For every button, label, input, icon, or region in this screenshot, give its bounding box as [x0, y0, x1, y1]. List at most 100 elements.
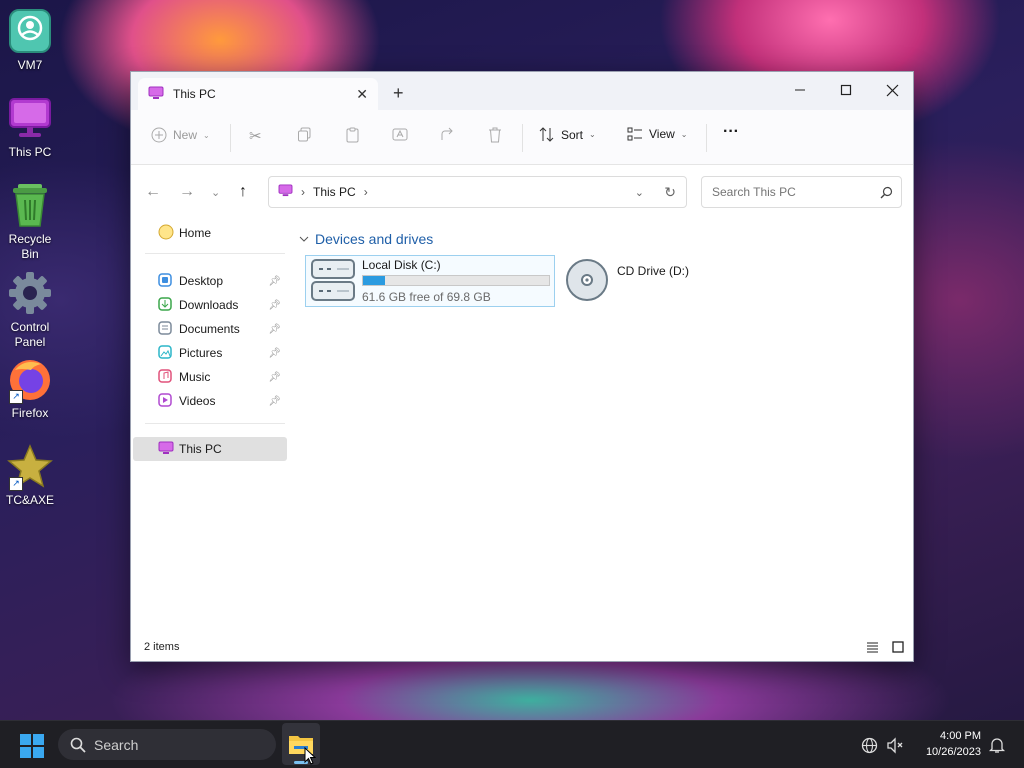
search-box[interactable] [701, 176, 902, 208]
shortcut-arrow-icon: ↗ [9, 477, 23, 491]
notifications-button[interactable] [988, 736, 1006, 757]
address-history-chevron-icon[interactable]: ⌄ [635, 186, 644, 199]
start-button[interactable] [20, 734, 44, 761]
pin-icon: 📌︎ [268, 371, 281, 383]
sidebar-item-label: This PC [179, 442, 222, 456]
new-tab-button[interactable]: + [393, 84, 404, 102]
hard-drive-icon [311, 258, 355, 305]
scissors-icon: ✂ [249, 128, 262, 145]
delete-button[interactable] [488, 127, 502, 143]
chevron-down-icon: ⌄ [680, 129, 688, 139]
chevron-down-icon: ⌄ [589, 130, 596, 139]
taskbar-search-label: Search [94, 736, 139, 753]
sort-button[interactable]: Sort ⌄ [539, 127, 596, 142]
drive-item-c[interactable]: Local Disk (C:) 61.6 GB free of 69.8 GB [305, 255, 555, 307]
sidebar-item-music[interactable]: Music 📌︎ [133, 365, 287, 389]
drive-details: Local Disk (C:) 61.6 GB free of 69.8 GB [362, 258, 550, 304]
tiles-view-button[interactable] [892, 641, 904, 656]
taskbar-search[interactable]: Search [58, 729, 276, 760]
desktop-icon-recycle-bin[interactable]: Recycle Bin [2, 182, 58, 262]
desktop-icon-firefox[interactable]: ↗ Firefox [2, 356, 58, 421]
pin-icon: 📌︎ [268, 347, 281, 359]
bell-icon [988, 738, 1006, 753]
volume-muted-icon[interactable] [886, 737, 904, 757]
gear-icon [7, 270, 53, 316]
item-count: 2 items [144, 641, 180, 653]
desktop-icon-vm7[interactable]: VM7 [2, 8, 58, 73]
home-icon [158, 224, 174, 243]
close-window-button[interactable] [869, 76, 915, 104]
sidebar-item-videos[interactable]: Videos 📌︎ [133, 389, 287, 413]
network-icon[interactable] [861, 737, 878, 757]
sidebar-item-label: Pictures [179, 346, 223, 360]
cut-button[interactable]: ✂ [249, 127, 262, 145]
sidebar-item-desktop[interactable]: Desktop 📌︎ [133, 269, 287, 293]
mouse-cursor [304, 746, 317, 768]
drive-item-d[interactable]: CD Drive (D:) [563, 255, 723, 307]
sidebar-item-label: Home [179, 226, 212, 240]
refresh-icon[interactable]: ↻ [664, 184, 676, 201]
sidebar-item-label: Videos [179, 394, 216, 408]
command-bar: New ⌄ ✂ Sort ⌄ View ⌄ ··· [131, 110, 913, 165]
tab-this-pc[interactable]: This PC ✕ [138, 78, 378, 110]
sidebar-item-downloads[interactable]: Downloads 📌︎ [133, 293, 287, 317]
new-button[interactable]: New ⌄ [151, 127, 210, 143]
desktop-icon-tc-axe[interactable]: ↗ TC&AXE [2, 443, 58, 508]
sidebar-item-label: Desktop [179, 274, 224, 288]
drive-name: Local Disk (C:) [362, 258, 441, 272]
clock-date: 10/26/2023 [925, 746, 981, 758]
recycle-bin-icon [7, 182, 53, 228]
arrow-up-icon: ↑ [239, 183, 247, 200]
up-button[interactable]: ↑ [239, 183, 247, 201]
shortcut-arrow-icon: ↗ [9, 390, 23, 404]
desktop-icon-this-pc[interactable]: This PC [2, 95, 58, 160]
taskbar: Search 4:00 PM 10/26/2023 [0, 720, 1024, 768]
desktop-icon-label: Firefox [11, 406, 49, 420]
copy-icon [298, 127, 311, 142]
pin-icon: 📌︎ [268, 395, 281, 407]
sidebar-item-pictures[interactable]: Pictures 📌︎ [133, 341, 287, 365]
more-options-icon: ··· [723, 123, 739, 140]
search-icon [880, 186, 893, 198]
file-explorer-window: This PC ✕ + New ⌄ ✂ Sort ⌄ View ⌄ ··· ← … [130, 71, 914, 662]
more-options-button[interactable]: ··· [723, 123, 739, 141]
minimize-button[interactable] [777, 76, 823, 104]
forward-button[interactable]: → [179, 183, 195, 201]
pictures-folder-icon [158, 344, 172, 362]
address-bar[interactable]: › This PC › ⌄ ↻ [268, 176, 687, 208]
close-tab-icon[interactable]: ✕ [356, 86, 368, 103]
maximize-button[interactable] [823, 76, 869, 104]
sort-button-label: Sort [561, 127, 584, 142]
desktop-icon-control-panel[interactable]: Control Panel [2, 270, 58, 350]
desktop-icon-label: This PC [8, 145, 52, 159]
back-button[interactable]: ← [145, 183, 161, 201]
arrow-right-icon: → [179, 183, 195, 200]
pin-icon: 📌︎ [268, 299, 281, 311]
sidebar-item-label: Downloads [179, 298, 239, 312]
user-app-icon [7, 8, 53, 54]
breadcrumb-this-pc[interactable]: This PC [313, 185, 356, 199]
sidebar-item-home[interactable]: Home [133, 221, 287, 245]
cd-drive-icon [565, 258, 609, 305]
details-view-icon [867, 642, 878, 653]
copy-button[interactable] [297, 127, 312, 142]
sidebar-item-this-pc[interactable]: This PC [133, 437, 287, 461]
view-button[interactable]: View ⌄ [627, 127, 688, 141]
breadcrumb-separator[interactable]: › [364, 185, 368, 199]
sidebar-item-label: Documents [179, 322, 240, 336]
monitor-icon [148, 86, 164, 103]
share-button[interactable] [440, 127, 456, 142]
paste-button[interactable] [345, 127, 360, 143]
view-icon [627, 127, 642, 141]
content-pane: Devices and drives Local Disk (C:) 61.6 … [291, 219, 913, 633]
recent-locations-button[interactable]: ⌄ [211, 186, 220, 199]
search-input[interactable] [710, 184, 880, 200]
plus-circle-icon [151, 127, 167, 143]
details-view-button[interactable] [866, 641, 879, 656]
chevron-down-icon: ⌄ [211, 187, 221, 199]
sidebar-item-documents[interactable]: Documents 📌︎ [133, 317, 287, 341]
taskbar-clock[interactable]: 4:00 PM 10/26/2023 [926, 728, 981, 760]
sidebar-item-label: Music [179, 370, 211, 384]
rename-button[interactable] [392, 127, 408, 142]
group-header-devices[interactable]: Devices and drives [299, 231, 433, 247]
